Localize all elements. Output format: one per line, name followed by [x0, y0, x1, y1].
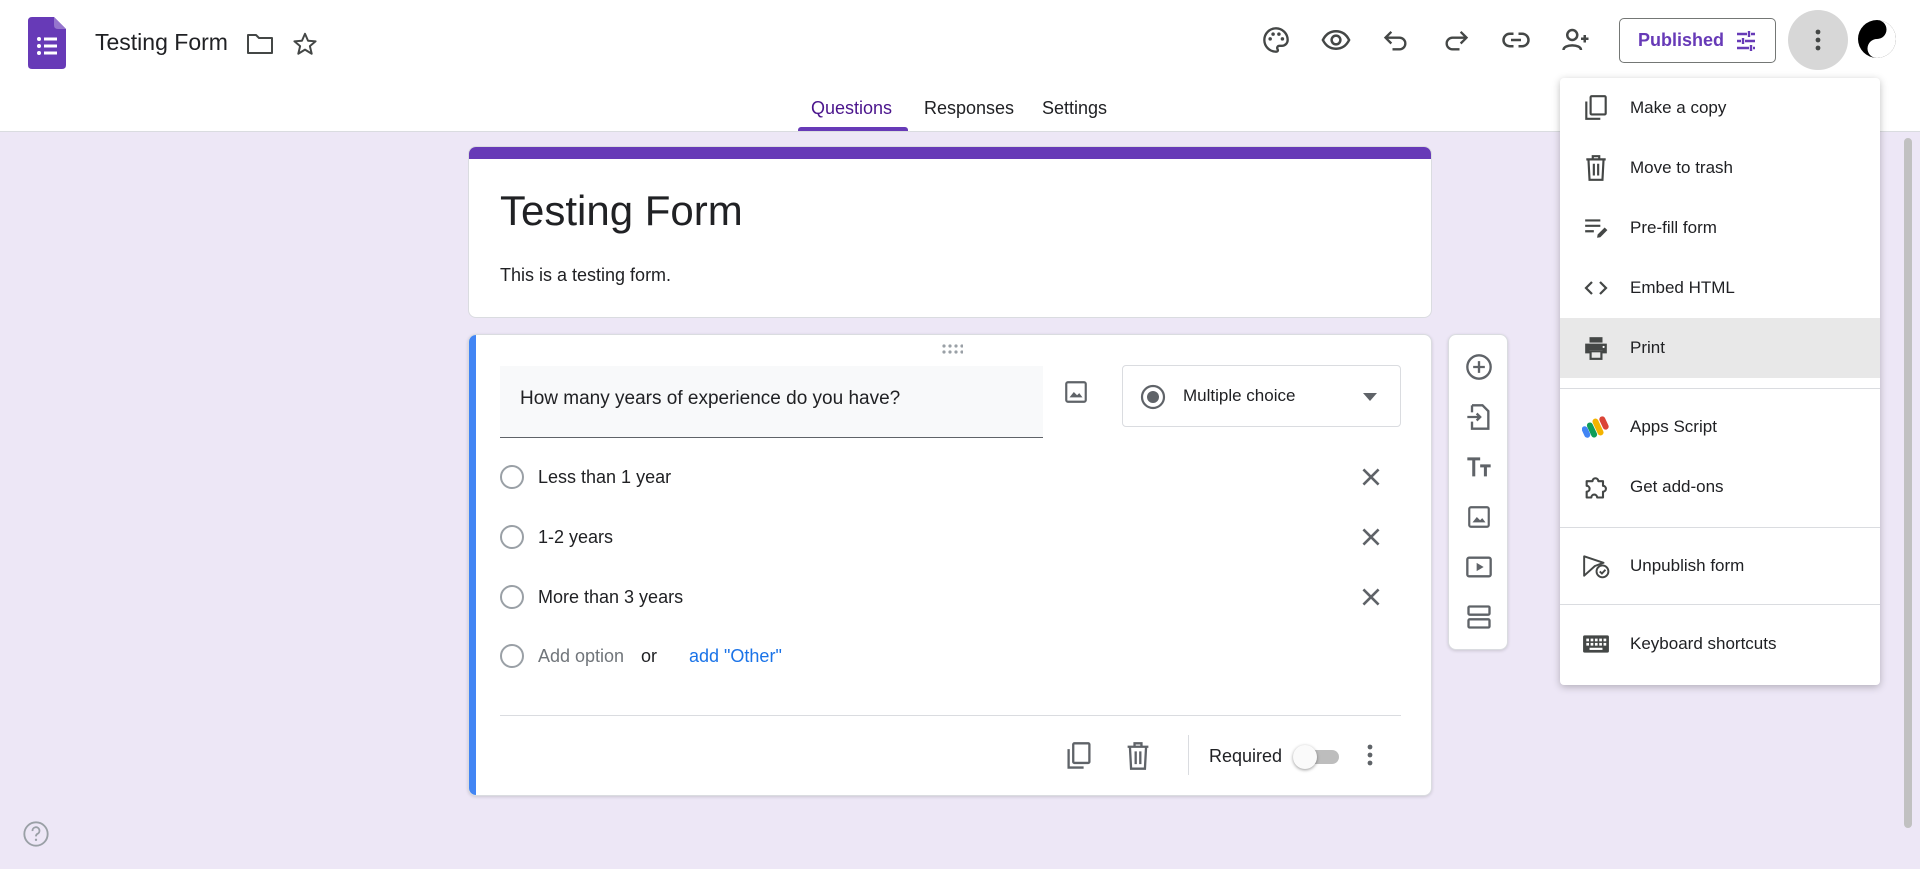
- copy-icon: [1582, 94, 1610, 122]
- radio-icon: [500, 525, 524, 549]
- active-tab-indicator: [798, 127, 908, 131]
- add-image-icon[interactable]: [1063, 379, 1089, 405]
- tab-questions[interactable]: Questions: [811, 98, 892, 119]
- menu-item-label: Pre-fill form: [1630, 218, 1717, 237]
- remove-option-icon[interactable]: [1358, 464, 1384, 490]
- menu-item-prefill-form[interactable]: Pre-fill form: [1560, 198, 1880, 258]
- menu-divider: [1560, 604, 1880, 605]
- or-text: or: [641, 646, 658, 666]
- star-icon[interactable]: [285, 24, 325, 64]
- puzzle-icon: [1582, 473, 1610, 501]
- redo-icon[interactable]: [1436, 20, 1476, 60]
- unpublish-icon: [1582, 552, 1610, 580]
- prefill-icon: [1582, 214, 1610, 242]
- more-options-menu: Make a copy Move to trash Pre-fill form …: [1560, 78, 1880, 685]
- add-option-row: Add option or add "Other": [500, 635, 1400, 675]
- page-scrollbar[interactable]: [1904, 138, 1912, 828]
- add-other-link[interactable]: add "Other": [689, 646, 782, 667]
- forms-logo-icon[interactable]: [28, 17, 66, 69]
- import-questions-icon[interactable]: [1463, 401, 1495, 433]
- question-type-dropdown[interactable]: Multiple choice: [1122, 365, 1401, 427]
- question-card[interactable]: How many years of experience do you have…: [468, 334, 1432, 796]
- form-title[interactable]: Testing Form: [500, 187, 743, 235]
- option-row: Less than 1 year: [500, 456, 1400, 496]
- active-question-indicator: [469, 335, 476, 795]
- radio-icon: [500, 644, 524, 668]
- option-label[interactable]: More than 3 years: [538, 587, 683, 608]
- radio-icon: [500, 465, 524, 489]
- tune-icon: [1737, 31, 1755, 51]
- menu-item-apps-script[interactable]: Apps Script: [1560, 397, 1880, 457]
- menu-item-print[interactable]: Print: [1560, 318, 1880, 378]
- side-toolbar: [1448, 334, 1508, 650]
- menu-divider: [1560, 388, 1880, 389]
- code-icon: [1582, 274, 1610, 302]
- title-text-icon[interactable]: [1463, 451, 1495, 483]
- tab-settings[interactable]: Settings: [1042, 98, 1107, 119]
- toggle-knob: [1293, 745, 1317, 769]
- question-type-label: Multiple choice: [1183, 386, 1296, 405]
- option-row: More than 3 years: [500, 576, 1400, 616]
- question-title-input[interactable]: How many years of experience do you have…: [500, 366, 1043, 438]
- remove-option-icon[interactable]: [1358, 524, 1384, 550]
- radio-checked-icon: [1140, 384, 1166, 410]
- folder-icon[interactable]: [240, 24, 280, 64]
- menu-item-label: Print: [1630, 338, 1665, 357]
- section-icon[interactable]: [1463, 601, 1495, 633]
- video-icon[interactable]: [1463, 551, 1495, 583]
- avatar[interactable]: [1856, 18, 1898, 60]
- menu-divider: [1560, 527, 1880, 528]
- menu-item-make-copy[interactable]: Make a copy: [1560, 78, 1880, 138]
- question-more-icon[interactable]: [1366, 743, 1374, 767]
- trash-icon: [1582, 154, 1610, 182]
- drag-handle-icon[interactable]: [941, 343, 963, 355]
- footer-divider: [500, 715, 1401, 716]
- help-icon[interactable]: [22, 820, 50, 848]
- radio-icon: [500, 585, 524, 609]
- doc-title[interactable]: Testing Form: [95, 29, 228, 56]
- remove-option-icon[interactable]: [1358, 584, 1384, 610]
- duplicate-icon[interactable]: [1065, 741, 1093, 771]
- keyboard-icon: [1582, 630, 1610, 658]
- print-icon: [1582, 334, 1610, 362]
- published-button[interactable]: Published: [1619, 18, 1776, 63]
- palette-icon[interactable]: [1256, 20, 1296, 60]
- add-option-link[interactable]: Add option: [538, 646, 624, 667]
- dropdown-arrow-icon: [1363, 393, 1377, 401]
- more-vert-icon[interactable]: [1788, 10, 1848, 70]
- apps-script-icon: [1582, 413, 1610, 441]
- menu-item-get-addons[interactable]: Get add-ons: [1560, 457, 1880, 517]
- published-label: Published: [1638, 30, 1725, 50]
- undo-icon[interactable]: [1376, 20, 1416, 60]
- menu-item-label: Keyboard shortcuts: [1630, 634, 1777, 653]
- add-question-icon[interactable]: [1463, 351, 1495, 383]
- menu-item-label: Embed HTML: [1630, 278, 1735, 297]
- footer-vertical-divider: [1188, 735, 1189, 775]
- delete-icon[interactable]: [1125, 741, 1151, 771]
- menu-item-label: Get add-ons: [1630, 477, 1724, 496]
- theme-color-bar: [469, 147, 1431, 159]
- menu-item-unpublish-form[interactable]: Unpublish form: [1560, 536, 1880, 596]
- menu-item-move-to-trash[interactable]: Move to trash: [1560, 138, 1880, 198]
- link-icon[interactable]: [1496, 20, 1536, 60]
- form-title-card[interactable]: Testing Form This is a testing form.: [468, 146, 1432, 318]
- image-icon[interactable]: [1463, 501, 1495, 533]
- option-label[interactable]: Less than 1 year: [538, 467, 671, 488]
- menu-item-embed-html[interactable]: Embed HTML: [1560, 258, 1880, 318]
- menu-item-label: Make a copy: [1630, 98, 1727, 117]
- add-person-icon[interactable]: [1556, 20, 1596, 60]
- tab-responses[interactable]: Responses: [924, 98, 1014, 119]
- required-label: Required: [1209, 746, 1283, 766]
- menu-item-label: Move to trash: [1630, 158, 1733, 177]
- form-description[interactable]: This is a testing form.: [500, 265, 671, 286]
- required-toggle[interactable]: [1293, 745, 1341, 769]
- menu-item-keyboard-shortcuts[interactable]: Keyboard shortcuts: [1560, 614, 1880, 674]
- menu-item-label: Apps Script: [1630, 417, 1717, 436]
- option-row: 1-2 years: [500, 516, 1400, 556]
- eye-icon[interactable]: [1316, 20, 1356, 60]
- option-label[interactable]: 1-2 years: [538, 527, 613, 548]
- menu-item-label: Unpublish form: [1630, 556, 1745, 575]
